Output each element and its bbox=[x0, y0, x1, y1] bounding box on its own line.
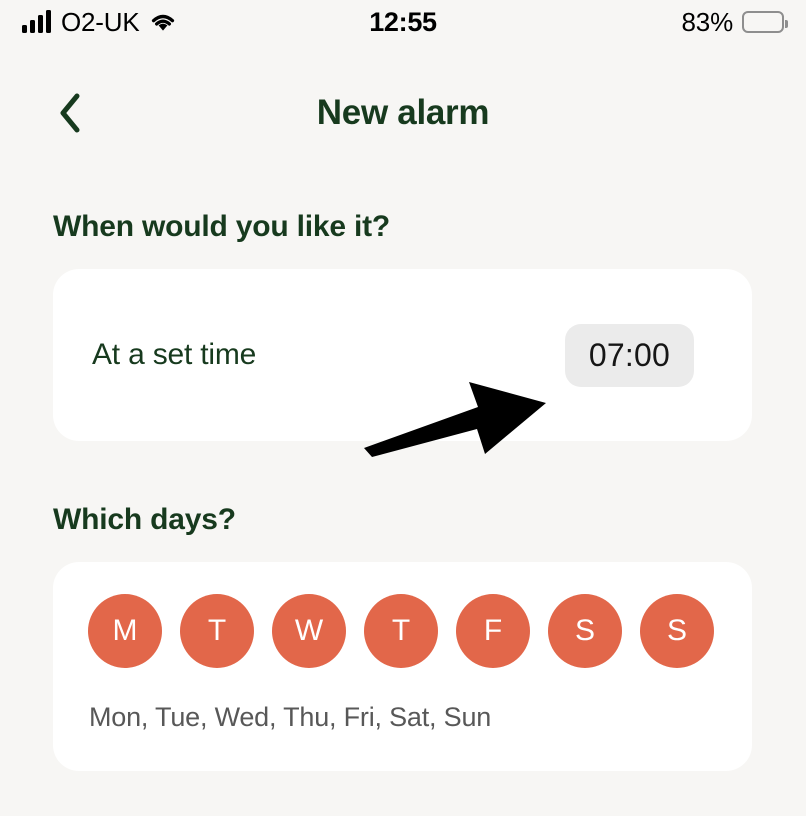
battery-icon bbox=[742, 11, 788, 33]
battery-percent-label: 83% bbox=[681, 6, 734, 37]
page-title: New alarm bbox=[316, 93, 490, 132]
signal-bars-icon bbox=[22, 10, 51, 33]
day-toggle-tue[interactable]: T bbox=[180, 594, 254, 668]
day-toggle-sat[interactable]: S bbox=[548, 594, 622, 668]
day-selector-row: M T W T F S S bbox=[53, 594, 752, 668]
days-card: M T W T F S S Mon, Tue, Wed, Thu, Fri, S… bbox=[53, 562, 752, 771]
day-toggle-fri[interactable]: F bbox=[456, 594, 530, 668]
status-bar-right: 83% bbox=[437, 6, 788, 38]
when-section-heading: When would you like it? bbox=[53, 210, 391, 243]
set-time-label: At a set time bbox=[92, 338, 257, 371]
main-content: When would you like it? At a set time 07… bbox=[0, 148, 806, 771]
wifi-icon bbox=[149, 11, 177, 33]
status-bar: O2-UK 12:55 83% bbox=[0, 0, 806, 44]
nav-bar: New alarm bbox=[0, 78, 806, 148]
status-bar-clock: 12:55 bbox=[369, 6, 437, 37]
day-toggle-wed[interactable]: W bbox=[272, 594, 346, 668]
set-time-card: At a set time 07:00 bbox=[53, 269, 752, 441]
status-bar-left: O2-UK bbox=[22, 7, 369, 38]
day-toggle-mon[interactable]: M bbox=[88, 594, 162, 668]
carrier-name: O2-UK bbox=[61, 6, 140, 37]
time-value-button[interactable]: 07:00 bbox=[564, 323, 694, 387]
days-section-heading: Which days? bbox=[53, 503, 236, 536]
days-summary-label: Mon, Tue, Wed, Thu, Fri, Sat, Sun bbox=[89, 702, 492, 732]
day-toggle-thu[interactable]: T bbox=[364, 594, 438, 668]
day-toggle-sun[interactable]: S bbox=[640, 594, 714, 668]
